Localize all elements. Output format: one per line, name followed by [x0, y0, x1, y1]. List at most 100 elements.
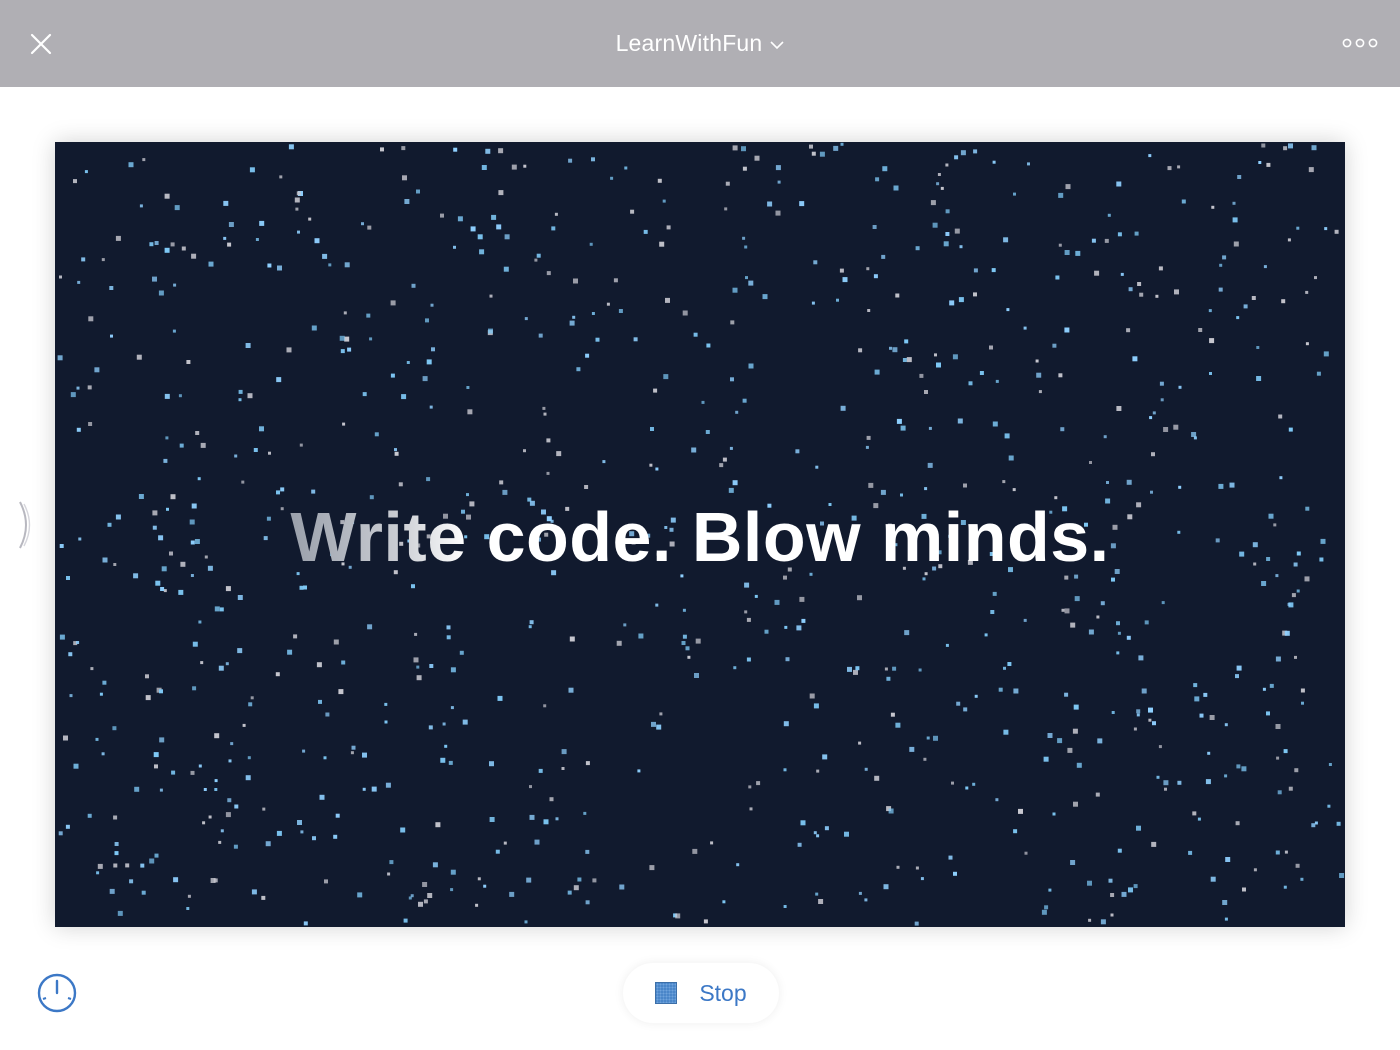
particle — [389, 860, 394, 865]
particle — [809, 693, 815, 699]
playground-canvas[interactable]: Write code. Blow minds. — [55, 142, 1345, 927]
particle — [691, 447, 697, 453]
particle — [882, 166, 888, 172]
particle — [1027, 162, 1030, 166]
particle — [1137, 282, 1142, 286]
particle — [308, 217, 312, 221]
particle — [756, 781, 761, 786]
particle — [1111, 577, 1115, 582]
stop-button[interactable]: Stop — [623, 963, 779, 1023]
particle — [1003, 666, 1006, 670]
particle — [174, 205, 180, 211]
close-icon[interactable] — [24, 27, 58, 61]
particle — [394, 448, 397, 452]
chevron-right-icon[interactable] — [14, 500, 38, 550]
particle — [324, 879, 328, 884]
particle — [529, 814, 535, 820]
particle — [300, 830, 304, 834]
particle — [57, 355, 63, 361]
particle — [344, 262, 350, 268]
particle — [858, 348, 863, 353]
particle — [764, 629, 769, 634]
particle — [884, 667, 888, 671]
particle — [208, 261, 214, 267]
particle — [208, 815, 212, 819]
particle — [387, 872, 391, 876]
particle — [294, 197, 300, 203]
particle — [606, 302, 610, 306]
particle — [896, 865, 900, 869]
particle — [362, 752, 367, 758]
particle — [524, 920, 528, 924]
particle — [1242, 887, 1246, 892]
particle — [1150, 490, 1153, 494]
particle — [900, 425, 906, 431]
particle — [371, 786, 377, 792]
particle — [1089, 461, 1092, 464]
particle — [1269, 683, 1274, 688]
particle — [477, 234, 483, 240]
particle — [76, 386, 80, 390]
particle — [893, 185, 899, 191]
particle — [335, 813, 340, 818]
particle — [889, 346, 892, 350]
particle — [267, 263, 272, 268]
particle — [974, 694, 978, 698]
particle — [479, 249, 485, 255]
project-title-dropdown[interactable]: LearnWithFun — [616, 30, 785, 57]
particle — [1116, 651, 1120, 655]
particle — [973, 149, 978, 154]
particle — [918, 668, 922, 672]
particle — [1024, 851, 1028, 855]
stop-label: Stop — [699, 979, 747, 1006]
particle — [426, 359, 432, 365]
particle — [404, 199, 410, 204]
particle — [573, 885, 579, 891]
speedometer-icon[interactable] — [33, 969, 81, 1017]
particle — [470, 226, 476, 232]
particle — [754, 594, 758, 598]
particle — [857, 595, 862, 601]
particle — [1205, 779, 1211, 785]
particle — [297, 230, 300, 234]
particle — [245, 343, 251, 348]
particle — [842, 277, 848, 283]
particle — [1111, 711, 1115, 714]
particle — [297, 820, 302, 825]
particle — [1117, 232, 1122, 237]
particle — [192, 641, 198, 647]
particle — [435, 822, 441, 828]
particle — [610, 176, 614, 180]
particle — [1047, 733, 1053, 738]
particle — [250, 696, 254, 700]
particle — [728, 487, 734, 493]
particle — [895, 722, 901, 728]
particle — [651, 721, 656, 727]
particle — [190, 770, 195, 775]
particle — [414, 632, 418, 636]
particle — [339, 335, 345, 341]
particle — [325, 712, 330, 717]
particle — [220, 829, 224, 833]
particle — [276, 377, 282, 383]
particle — [585, 761, 590, 766]
particle — [649, 463, 653, 467]
particle — [744, 245, 748, 249]
particle — [948, 855, 953, 860]
particle — [498, 148, 504, 154]
particle — [682, 608, 686, 612]
particle — [883, 884, 889, 890]
particle — [844, 831, 849, 837]
particle — [178, 394, 182, 398]
particle — [732, 480, 738, 486]
particle — [109, 286, 114, 290]
particle — [1107, 213, 1111, 217]
particle — [984, 633, 988, 637]
more-icon[interactable] — [1342, 32, 1378, 54]
particle — [1339, 873, 1345, 878]
particle — [475, 903, 479, 907]
particle — [76, 427, 81, 432]
particle — [154, 853, 159, 858]
particle — [1327, 804, 1331, 808]
particle — [724, 207, 728, 211]
